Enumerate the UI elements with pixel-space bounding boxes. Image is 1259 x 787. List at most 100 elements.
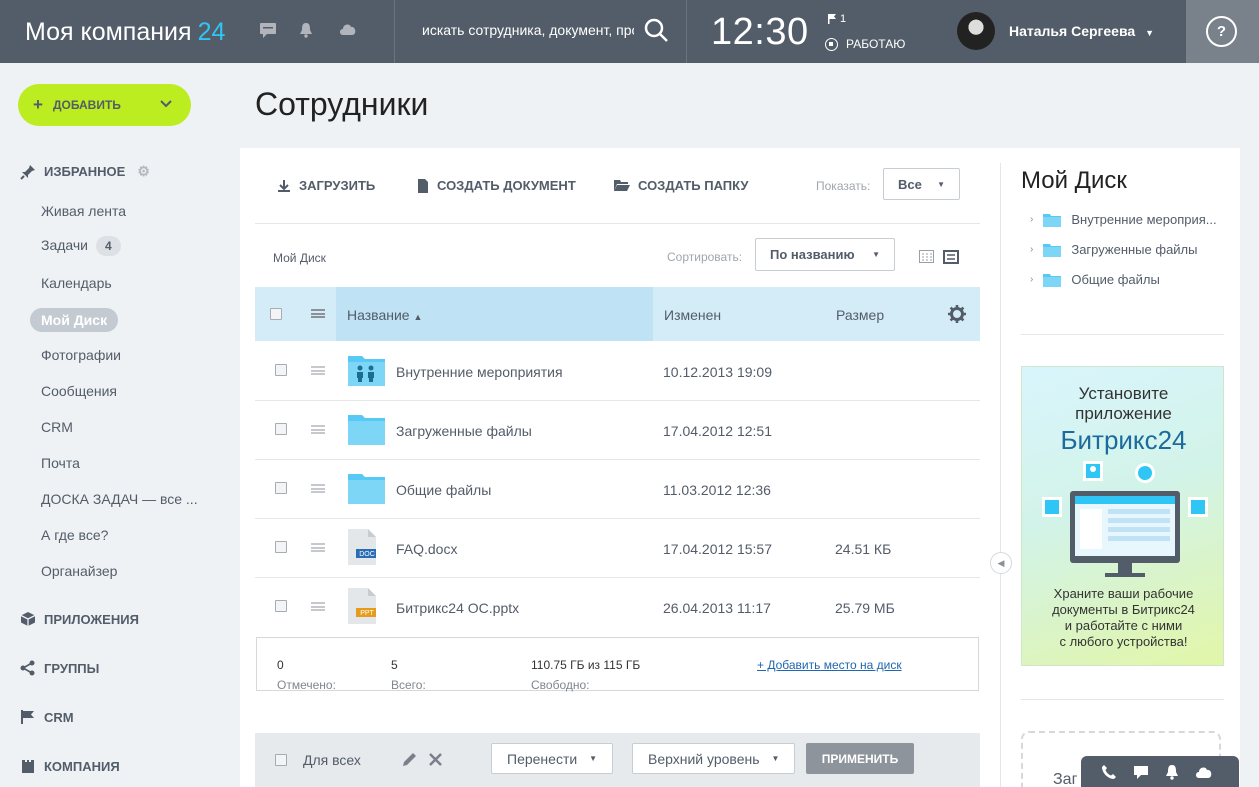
chevron-right-icon: ›: [1030, 274, 1034, 285]
cloud-icon[interactable]: [339, 22, 357, 36]
menu-icon[interactable]: [311, 309, 325, 318]
column-size[interactable]: Размер: [836, 307, 884, 323]
file-size: 24.51 КБ: [835, 541, 892, 557]
sidebar-section-crm[interactable]: CRM: [20, 709, 74, 725]
sidebar-section-apps[interactable]: ПРИЛОЖЕНИЯ: [20, 611, 139, 627]
flag-counter[interactable]: 1: [828, 13, 846, 25]
logo-text: Моя компания: [25, 18, 192, 46]
grid-view-icon[interactable]: [919, 250, 934, 263]
folder-icon: [1043, 273, 1062, 287]
table-row[interactable]: PPT Битрикс24 ОС.pptx 26.04.2013 11:17 2…: [255, 578, 980, 637]
search-icon[interactable]: [644, 18, 668, 42]
chat-icon[interactable]: [1133, 765, 1149, 779]
docx-file-icon: DOC: [348, 529, 376, 565]
delete-icon[interactable]: [429, 753, 442, 766]
sidebar-item-feed[interactable]: Живая лента: [41, 203, 126, 219]
app-promo-banner[interactable]: Установите приложение Битрикс24 Храните …: [1021, 366, 1224, 666]
table-row[interactable]: DOC FAQ.docx 17.04.2012 15:57 24.51 КБ: [255, 519, 980, 578]
cloud-icon[interactable]: [1195, 765, 1213, 779]
add-space-link[interactable]: + Добавить место на диск: [757, 658, 902, 672]
add-button[interactable]: + ДОБАВИТЬ: [18, 84, 191, 126]
row-menu-icon[interactable]: [311, 602, 325, 611]
total-count: Всего: 5: [391, 658, 426, 692]
row-menu-icon[interactable]: [311, 484, 325, 493]
for-all-label: Для всех: [303, 752, 361, 768]
create-document-button[interactable]: СОЗДАТЬ ДОКУМЕНТ: [417, 178, 576, 193]
logo-number: 24: [197, 18, 226, 46]
breadcrumb[interactable]: Мой Диск: [273, 251, 326, 265]
sidebar-item-where-all[interactable]: А где все?: [41, 527, 108, 543]
settings-gear-icon[interactable]: [948, 305, 966, 323]
select-all-checkbox[interactable]: [270, 308, 282, 320]
column-modified[interactable]: Изменен: [664, 307, 721, 323]
bell-icon[interactable]: [299, 22, 313, 38]
sidebar-item-messages[interactable]: Сообщения: [41, 383, 117, 399]
sidebar-item-task-board[interactable]: ДОСКА ЗАДАЧ — все ...: [41, 491, 198, 507]
row-menu-icon[interactable]: [311, 366, 325, 375]
gear-icon[interactable]: ⚙: [137, 163, 150, 180]
row-menu-icon[interactable]: [311, 425, 325, 434]
row-checkbox[interactable]: [275, 423, 287, 435]
sidebar-favorites-header[interactable]: ИЗБРАННОЕ ⚙: [20, 163, 150, 180]
sidebar-section-label: ГРУППЫ: [44, 660, 100, 676]
work-status[interactable]: РАБОТАЮ: [825, 37, 905, 51]
row-checkbox[interactable]: [275, 600, 287, 612]
level-select[interactable]: Верхний уровень ▼: [632, 743, 796, 774]
tree-item[interactable]: › Общие файлы: [1030, 272, 1160, 287]
file-name[interactable]: Общие файлы: [396, 482, 491, 498]
row-checkbox[interactable]: [275, 482, 287, 494]
avatar[interactable]: [957, 12, 995, 50]
file-name[interactable]: FAQ.docx: [396, 541, 457, 557]
stop-icon: [825, 37, 838, 51]
flag-icon: [828, 14, 836, 24]
table-row[interactable]: Загруженные файлы 17.04.2012 12:51: [255, 401, 980, 460]
row-checkbox[interactable]: [275, 364, 287, 376]
sidebar-section-company[interactable]: КОМПАНИЯ: [20, 758, 120, 774]
sort-label: Сортировать:: [667, 250, 743, 264]
chat-icon[interactable]: [259, 22, 277, 38]
help-button[interactable]: ?: [1206, 16, 1237, 47]
search-input[interactable]: искать сотрудника, документ, прочее...: [422, 22, 634, 38]
table-row[interactable]: Внутренние мероприятия 10.12.2013 19:09: [255, 342, 980, 401]
bell-icon[interactable]: [1165, 764, 1179, 780]
sidebar-item-tasks[interactable]: Задачи 4: [41, 236, 121, 256]
file-name[interactable]: Внутренние мероприятия: [396, 364, 563, 380]
sidebar-item-calendar[interactable]: Календарь: [41, 275, 112, 291]
row-checkbox[interactable]: [275, 541, 287, 553]
move-select-value: Перенести: [507, 750, 578, 767]
show-select[interactable]: Все ▼: [883, 168, 960, 200]
column-name[interactable]: Название ▲: [347, 307, 422, 323]
sidebar-item-my-drive[interactable]: Мой Диск: [30, 308, 119, 332]
pencil-icon[interactable]: [402, 752, 417, 767]
sidebar-section-groups[interactable]: ГРУППЫ: [20, 660, 99, 676]
upload-button[interactable]: ЗАГРУЗИТЬ: [277, 178, 375, 193]
sidebar-item-organizer[interactable]: Органайзер: [41, 563, 117, 579]
list-view-icon[interactable]: [943, 250, 959, 264]
file-name[interactable]: Битрикс24 ОС.pptx: [396, 600, 519, 616]
chevron-down-icon: ▼: [937, 179, 945, 189]
apply-button[interactable]: ПРИМЕНИТЬ: [806, 743, 914, 774]
for-all-checkbox[interactable]: [275, 754, 287, 766]
add-space-link-text[interactable]: + Добавить место на диск: [757, 658, 902, 672]
doc-badge: DOC: [359, 551, 375, 558]
phone-icon[interactable]: [1101, 764, 1117, 780]
clock[interactable]: 12:30: [711, 11, 809, 54]
move-select[interactable]: Перенести ▼: [491, 743, 614, 774]
sort-select[interactable]: По названию ▼: [755, 238, 895, 271]
folder-icon: [348, 415, 385, 445]
sidebar-item-mail[interactable]: Почта: [41, 455, 80, 471]
tree-item[interactable]: › Загруженные файлы: [1030, 242, 1197, 257]
table-row[interactable]: Общие файлы 11.03.2012 12:36: [255, 460, 980, 519]
company-logo[interactable]: Моя компания 24: [25, 18, 225, 47]
user-menu[interactable]: Наталья Сергеева ▼: [1009, 23, 1154, 39]
file-name[interactable]: Загруженные файлы: [396, 423, 532, 439]
row-menu-icon[interactable]: [311, 543, 325, 552]
sidebar-item-photos[interactable]: Фотографии: [41, 347, 121, 363]
chevron-down-icon: ▼: [589, 754, 598, 763]
collapse-panel-button[interactable]: ◀: [990, 552, 1012, 574]
banner-line-2: приложение: [1075, 404, 1172, 423]
divider: [1021, 699, 1224, 700]
tree-item[interactable]: › Внутренние мероприя...: [1030, 212, 1217, 227]
sidebar-item-crm[interactable]: CRM: [41, 419, 73, 435]
create-folder-button[interactable]: СОЗДАТЬ ПАПКУ: [614, 178, 748, 193]
